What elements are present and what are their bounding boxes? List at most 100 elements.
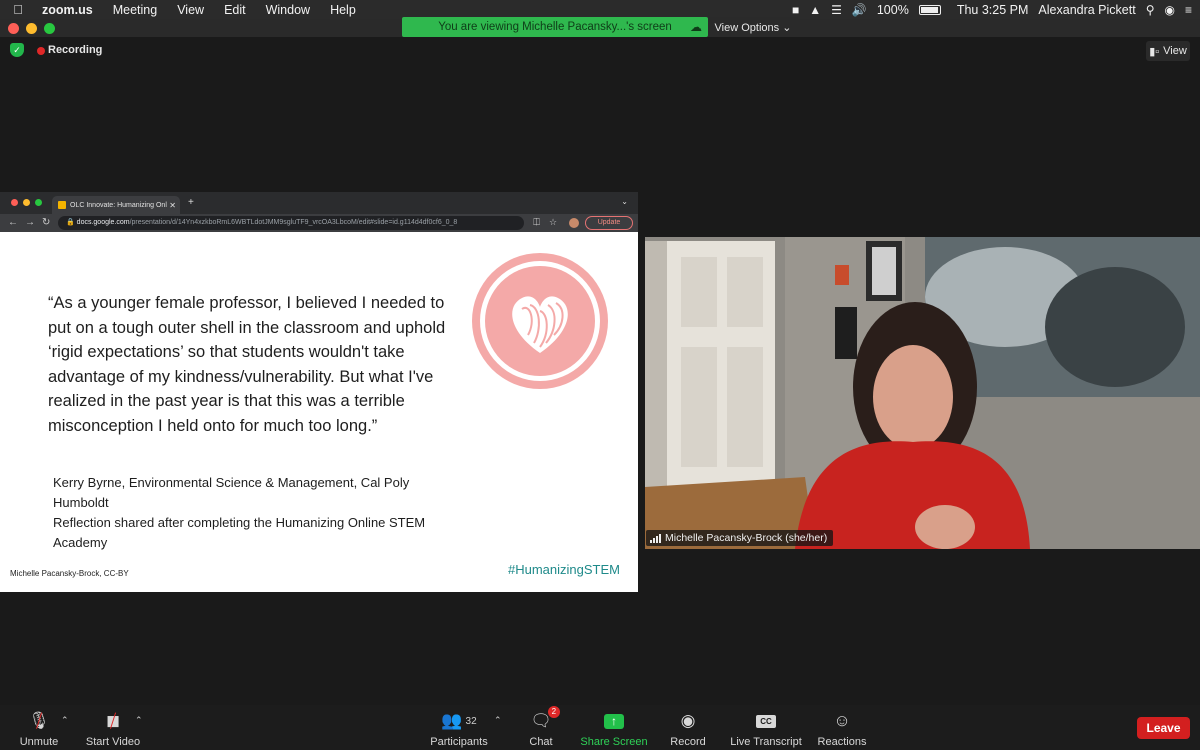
browser-tab: OLC Innovate: Humanizing Onl ✕ xyxy=(52,196,180,214)
record-icon: ◉ xyxy=(680,711,696,730)
notification-center-icon[interactable]: ≡ xyxy=(1185,3,1192,17)
chat-button[interactable]: 🗨 2 Chat xyxy=(527,706,560,748)
browser-tabbar: OLC Innovate: Humanizing Onl ✕ + ⌄ xyxy=(0,192,638,214)
reactions-smiley-icon: ☺ xyxy=(833,711,851,730)
chat-bubble-icon: 🗨 2 xyxy=(530,706,560,732)
meeting-area: ✓ Recording ▮▫ View OLC Innovate: Humani… xyxy=(0,37,1200,705)
participant-name-tag: Michelle Pacansky-Brock (she/her) xyxy=(646,530,834,546)
chat-unread-badge: 2 xyxy=(547,706,560,718)
viewing-screen-text: You are viewing Michelle Pacansky...'s s… xyxy=(438,21,672,33)
browser-toolbar: ← → ↻ 🔒 docs.google.com/presentation/d/1… xyxy=(0,214,638,232)
reactions-button[interactable]: ☺ Reactions xyxy=(817,710,867,748)
attribution-line-2: Reflection shared after completing the H… xyxy=(53,515,426,550)
participant-name: Michelle Pacansky-Brock (she/her) xyxy=(665,532,828,544)
siri-icon[interactable]: ◉ xyxy=(1165,3,1175,17)
wifi-icon[interactable]: ☰ xyxy=(831,3,842,17)
video-frame-illustration xyxy=(645,237,1200,549)
view-label: View xyxy=(1163,45,1187,57)
address-bar: 🔒 docs.google.com/presentation/d/14Yn4xz… xyxy=(58,216,524,230)
url-domain: docs.google.com xyxy=(76,219,130,226)
live-transcript-button[interactable]: CC Live Transcript xyxy=(729,710,803,748)
live-transcript-label: Live Transcript xyxy=(730,736,802,748)
video-off-icon: ◼ ⧸ xyxy=(105,710,121,731)
reload-icon: ↻ xyxy=(42,217,51,228)
apple-menu-icon[interactable]:  xyxy=(0,2,36,17)
slide-credit: Michelle Pacansky-Brock, CC-BY xyxy=(10,569,129,578)
participants-caret-icon[interactable]: ⌃ xyxy=(494,715,502,726)
battery-percent: 100% xyxy=(876,2,909,17)
cloud-upload-icon: ☁ xyxy=(690,20,702,34)
lock-icon: 🔒 xyxy=(66,219,75,226)
battery-icon[interactable] xyxy=(918,4,941,15)
viewing-screen-banner: You are viewing Michelle Pacansky...'s s… xyxy=(402,17,708,37)
forward-icon: → xyxy=(25,217,35,228)
view-options-button[interactable]: View Options ⌄ xyxy=(708,17,798,37)
profile-avatar-icon xyxy=(569,218,579,228)
start-video-button[interactable]: ◼ ⧸ Start Video xyxy=(84,710,142,749)
slides-favicon-icon xyxy=(58,201,66,209)
share-screen-label: Share Screen xyxy=(580,736,648,748)
drive-icon[interactable]: ▲ xyxy=(809,3,821,17)
back-icon: ← xyxy=(8,217,18,228)
recording-dot-icon xyxy=(37,47,45,55)
slide-quote: “As a younger female professor, I believ… xyxy=(48,294,446,435)
encryption-shield-icon[interactable]: ✓ xyxy=(10,43,24,57)
presentation-slide: “As a younger female professor, I believ… xyxy=(0,232,638,592)
leave-button[interactable]: Leave xyxy=(1137,717,1190,739)
participant-video[interactable]: Michelle Pacansky-Brock (she/her) xyxy=(645,237,1200,549)
cc-text: CC xyxy=(756,714,776,728)
record-button[interactable]: ◉ Record xyxy=(670,710,706,748)
menu-meeting[interactable]: Meeting xyxy=(103,3,167,17)
new-tab-icon: + xyxy=(188,197,194,208)
chat-label: Chat xyxy=(529,736,553,748)
unmute-button[interactable]: 🎙 ⧸ Unmute xyxy=(18,710,60,749)
close-window-button[interactable] xyxy=(8,23,19,34)
shared-screen[interactable]: OLC Innovate: Humanizing Onl ✕ + ⌄ ← → ↻… xyxy=(0,192,638,592)
tab-search-icon: ⌄ xyxy=(621,197,628,206)
unmute-label: Unmute xyxy=(19,736,59,748)
user-name[interactable]: Alexandra Pickett xyxy=(1038,3,1135,17)
menu-window[interactable]: Window xyxy=(256,3,320,17)
closed-caption-icon: CC xyxy=(756,710,776,732)
meeting-toolbar: 🎙 ⧸ Unmute ⌃ ◼ ⧸ Start Video ⌃ 👥 32 Partici… xyxy=(0,705,1200,750)
browser-tab-title: OLC Innovate: Humanizing Onl xyxy=(70,201,167,209)
browser-close-dot xyxy=(11,199,18,206)
participants-button[interactable]: 👥 32 Participants xyxy=(428,710,490,748)
browser-zoom-dot xyxy=(35,199,42,206)
view-layout-button[interactable]: ▮▫ View xyxy=(1146,41,1190,61)
view-layout-icon: ▮▫ xyxy=(1149,45,1160,58)
muted-microphone-icon: 🎙 ⧸ xyxy=(28,710,50,731)
zoom-window-button[interactable] xyxy=(44,23,55,34)
heart-logo-icon xyxy=(472,253,608,389)
spotlight-search-icon[interactable]: ⚲ xyxy=(1146,3,1155,17)
connection-strength-icon xyxy=(650,533,661,543)
browser-minimize-dot xyxy=(23,199,30,206)
minimize-window-button[interactable] xyxy=(26,23,37,34)
participants-label: Participants xyxy=(430,736,488,748)
video-options-caret-icon[interactable]: ⌃ xyxy=(135,715,143,726)
share-page-icon: ⎅ xyxy=(533,217,541,227)
recording-label[interactable]: Recording xyxy=(48,44,102,56)
start-video-label: Start Video xyxy=(85,736,141,748)
menu-edit[interactable]: Edit xyxy=(214,3,256,17)
zoom-camera-status-icon[interactable]: ■ xyxy=(792,3,799,17)
participants-icon: 👥 32 xyxy=(441,711,477,730)
slide-hashtag: #HumanizingSTEM xyxy=(508,562,620,577)
share-screen-button[interactable]: ↑ Share Screen xyxy=(580,710,648,748)
menu-help[interactable]: Help xyxy=(320,3,366,17)
audio-options-caret-icon[interactable]: ⌃ xyxy=(61,715,69,726)
volume-icon[interactable]: 🔊 xyxy=(852,3,867,17)
share-screen-icon: ↑ xyxy=(604,710,624,732)
clock[interactable]: Thu 3:25 PM xyxy=(957,3,1029,17)
tab-close-icon: ✕ xyxy=(169,200,176,210)
bookmark-star-icon: ☆ xyxy=(549,217,558,227)
url-path: /presentation/d/14Yn4xzkboRmL6WBTLdotJMM… xyxy=(129,219,458,226)
reactions-label: Reactions xyxy=(817,736,867,748)
participants-count: 32 xyxy=(465,715,477,727)
record-label: Record xyxy=(670,736,706,748)
attribution-line-1: Kerry Byrne, Environmental Science & Man… xyxy=(53,475,410,510)
slide-attribution: Kerry Byrne, Environmental Science & Man… xyxy=(53,473,463,553)
browser-update-button: Update xyxy=(585,216,633,230)
menu-app-name[interactable]: zoom.us xyxy=(36,3,103,17)
menu-view[interactable]: View xyxy=(167,3,214,17)
